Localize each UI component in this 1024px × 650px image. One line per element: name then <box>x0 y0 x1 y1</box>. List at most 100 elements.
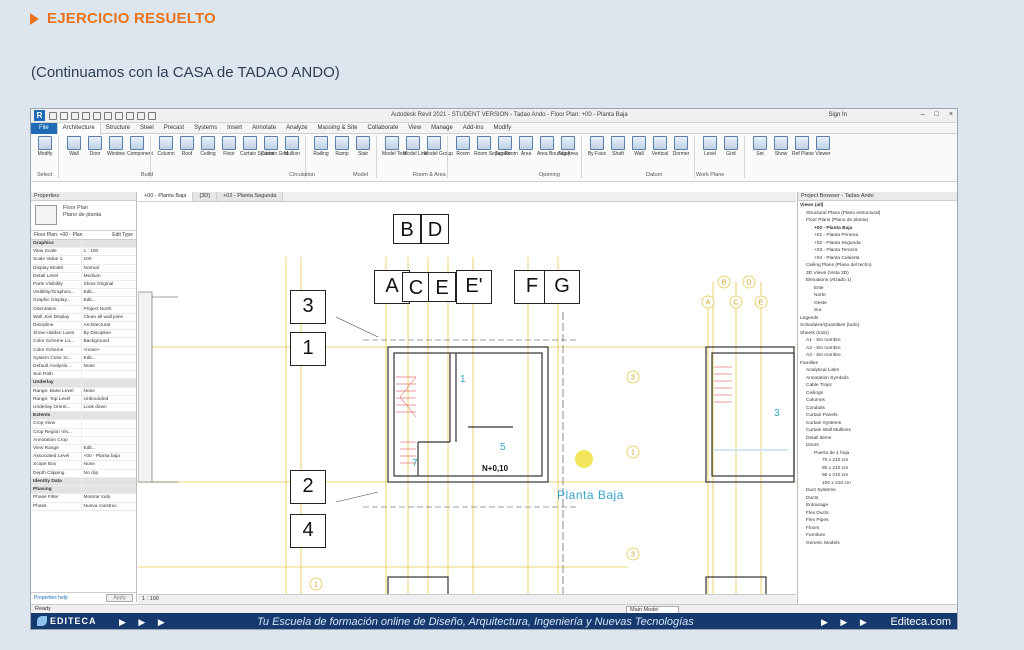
property-value[interactable]: <none> <box>81 346 136 355</box>
browser-tree-item[interactable]: Views (all) <box>800 202 957 210</box>
browser-tree-item[interactable]: Cable Trays <box>800 382 957 390</box>
property-row[interactable]: View Range Edit... <box>31 444 136 454</box>
ribbon-button[interactable]: Room <box>453 136 473 157</box>
property-row[interactable]: Crop View <box>31 419 136 429</box>
ribbon-button[interactable]: Vertical <box>650 136 670 157</box>
property-value[interactable]: None <box>81 362 136 372</box>
property-row[interactable]: Range: Top Level Unbounded <box>31 395 136 405</box>
ribbon-button[interactable]: Railing <box>311 136 331 157</box>
ribbon-tab[interactable]: Systems <box>189 123 222 134</box>
browser-tree-item[interactable]: Furniture <box>800 532 957 540</box>
ribbon-button[interactable]: Modify <box>35 136 55 157</box>
ribbon-button[interactable]: Model Group <box>424 136 453 157</box>
ribbon-button[interactable]: Show <box>771 136 791 157</box>
browser-tree-item[interactable]: Legends <box>800 315 957 323</box>
maximize-icon[interactable]: □ <box>935 111 939 118</box>
ribbon-tab[interactable]: Analyze <box>281 123 312 134</box>
property-row[interactable]: Color Scheme Lo... Background <box>31 337 136 347</box>
ribbon-button[interactable]: Tag Room <box>495 136 518 157</box>
browser-tree-item[interactable]: Ducts <box>800 495 957 503</box>
room-number-right[interactable]: 3 <box>774 408 780 419</box>
browser-tree-item[interactable]: Schedules/Quantities (todo) <box>800 322 957 330</box>
ribbon-tab[interactable]: File <box>31 122 57 134</box>
grid-head-E[interactable]: E <box>428 272 456 302</box>
property-row[interactable]: Scale Value 1: 100 <box>31 255 136 265</box>
property-row[interactable]: Underlay <box>31 378 136 388</box>
browser-tree-item[interactable]: +00 - Planta Baja <box>800 225 957 233</box>
property-row[interactable]: Display Model Normal <box>31 264 136 273</box>
property-row[interactable]: Extents <box>31 411 136 421</box>
browser-tree-item[interactable]: Curtain Systems <box>800 420 957 428</box>
browser-tree-item[interactable]: 3D Views (Vista 3D) <box>800 270 957 278</box>
ribbon-tab[interactable]: Structure <box>101 123 135 134</box>
sync-icon[interactable] <box>71 112 79 120</box>
ribbon-button[interactable]: Floor <box>219 136 239 157</box>
property-value[interactable] <box>81 240 136 249</box>
browser-tree-item[interactable]: Conduits <box>800 405 957 413</box>
browser-tree-item[interactable]: Families <box>800 360 957 368</box>
edit-type-button[interactable]: Edit Type <box>112 232 133 238</box>
browser-tree-item[interactable]: Floors <box>800 525 957 533</box>
instance-row[interactable]: Floor Plan: +00 - Plan Edit Type <box>31 231 136 240</box>
browser-tree-item[interactable]: Columns <box>800 397 957 405</box>
ribbon-button[interactable]: Column <box>156 136 176 157</box>
ribbon-button[interactable]: Level <box>700 136 720 157</box>
property-row[interactable]: Wall Join Display Clean all wall joins <box>31 313 136 323</box>
property-row[interactable]: Crop Region Vis... <box>31 428 136 437</box>
ribbon-button[interactable]: By Face <box>587 136 607 157</box>
browser-tree-item[interactable]: Flex Pipes <box>800 517 957 525</box>
ribbon-button[interactable]: Set <box>750 136 770 157</box>
print-icon[interactable] <box>104 112 112 120</box>
property-value[interactable] <box>81 378 136 388</box>
3d-view-icon[interactable] <box>137 112 145 120</box>
ribbon-button[interactable]: Grid <box>721 136 741 157</box>
property-row[interactable]: Range: Base Level None <box>31 387 136 396</box>
property-value[interactable]: By Discipline <box>81 329 136 339</box>
property-row[interactable]: Discipline Architectural <box>31 321 136 331</box>
room-number[interactable]: 1 <box>460 374 466 385</box>
ribbon-tab[interactable]: Precast <box>159 123 189 134</box>
property-row[interactable]: Color Scheme <none> <box>31 346 136 355</box>
browser-tree-item[interactable]: 80 x 210 cm <box>800 465 957 473</box>
footer-site-link[interactable]: Editeca.com <box>890 616 951 628</box>
room-number[interactable]: 5 <box>500 442 506 453</box>
property-value[interactable]: Medium <box>81 272 136 282</box>
ribbon-tab[interactable]: Insert <box>222 123 247 134</box>
property-row[interactable]: System Color Sc... Edit... <box>31 354 136 364</box>
property-row[interactable]: Parts Visibility Show Original <box>31 280 136 290</box>
ribbon-button[interactable]: Shaft <box>608 136 628 157</box>
ribbon-button[interactable]: Model Text <box>382 136 406 157</box>
ribbon-button[interactable]: Tag Area <box>558 136 578 157</box>
ribbon-tab[interactable]: Modify <box>488 123 516 134</box>
property-row[interactable]: Phase Nueva construc <box>31 502 136 511</box>
ribbon-button[interactable]: Mullion <box>282 136 302 157</box>
section-icon[interactable] <box>148 112 156 120</box>
type-selector[interactable]: Floor Plan Plano de planta <box>31 201 136 231</box>
property-row[interactable]: Detail Level Medium <box>31 272 136 282</box>
browser-tree-item[interactable]: Ceilings <box>800 390 957 398</box>
property-value[interactable]: +00 - Planta baja <box>81 452 136 462</box>
undo-icon[interactable] <box>82 112 90 120</box>
browser-tree-item[interactable]: Analytical Links <box>800 367 957 375</box>
level-head-4[interactable]: 4 <box>290 514 326 548</box>
browser-tree-item[interactable]: 70 x 210 cm <box>800 457 957 465</box>
browser-tree-item[interactable]: Curtain Panels <box>800 412 957 420</box>
browser-tree-item[interactable]: +03 - Planta Tercera <box>800 247 957 255</box>
property-value[interactable]: Edit... <box>81 444 136 454</box>
ribbon-tab[interactable]: Add-Ins <box>458 123 489 134</box>
property-row[interactable]: Orientation Project North <box>31 305 136 314</box>
property-row[interactable]: Graphics <box>31 240 136 249</box>
browser-tree-item[interactable]: Flex Ducts <box>800 510 957 518</box>
property-value[interactable]: Edit... <box>81 354 136 364</box>
property-row[interactable]: Sun Path <box>31 370 136 380</box>
level-tag[interactable]: N+0,10 <box>482 464 508 473</box>
property-value[interactable]: Edit... <box>81 296 136 306</box>
ribbon-button[interactable]: Curtain System <box>240 136 274 157</box>
view-scale[interactable]: 1 : 100 <box>142 596 159 602</box>
ribbon-tab[interactable]: Collaborate <box>363 123 404 134</box>
property-value[interactable]: Mostrar todo <box>81 493 136 503</box>
property-row[interactable]: Visibility/Graphics... Edit... <box>31 288 136 298</box>
room-number[interactable]: 7 <box>412 458 418 469</box>
ribbon-button[interactable]: Door <box>85 136 105 157</box>
ribbon-tab[interactable]: Annotate <box>247 123 281 134</box>
